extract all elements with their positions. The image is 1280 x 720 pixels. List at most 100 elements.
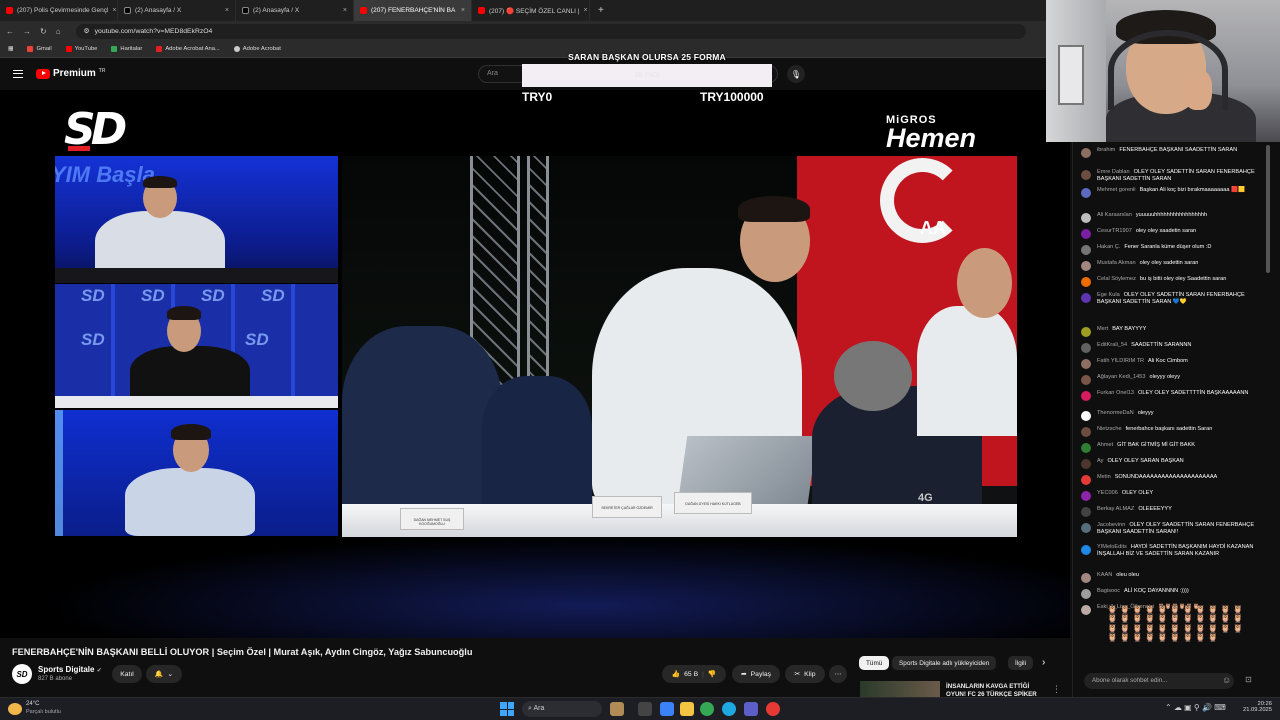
chevron-right-icon[interactable]: ›: [1042, 657, 1045, 668]
chat-avatar[interactable]: [1081, 229, 1091, 239]
chat-author[interactable]: Mehmet gorenli: [1097, 187, 1136, 193]
chip-related[interactable]: İlgili: [1008, 656, 1034, 670]
bookmark-maps[interactable]: Haritalar: [111, 46, 142, 52]
menu-icon[interactable]: [13, 70, 23, 78]
chat-author[interactable]: Mustafa Akman: [1097, 260, 1136, 266]
chat-author[interactable]: Ege Kula: [1097, 292, 1120, 298]
chat-avatar[interactable]: [1081, 605, 1091, 615]
chat-author[interactable]: Celal Söylemez: [1097, 276, 1136, 282]
chat-avatar[interactable]: [1081, 327, 1091, 337]
browser-tab[interactable]: (207) Polis Çevirmesinde Gençl ×: [0, 0, 118, 21]
chat-avatar[interactable]: [1081, 343, 1091, 353]
chip-from-uploader[interactable]: Sports Digitale adlı yükleyiciden: [892, 656, 997, 670]
video-player[interactable]: SD MiGROS Hemen YIM Başla SD SD SD SD SD…: [0, 90, 1070, 638]
super-chat-icon[interactable]: ⊡: [1245, 675, 1252, 684]
chat-input[interactable]: Abone olarak sohbet edin...: [1084, 673, 1234, 689]
bookmark-acrobat[interactable]: Adobe Acrobat: [233, 46, 281, 52]
recommendation-title[interactable]: İNSANLARIN KAVGA ETTİĞİ OYUN! FC 26 TÜRK…: [946, 683, 1046, 698]
chat-author[interactable]: Nietzsche: [1097, 426, 1122, 432]
chat-avatar[interactable]: [1081, 245, 1091, 255]
chat-scrollbar[interactable]: [1266, 145, 1270, 273]
notification-button[interactable]: 🔔 ⌄: [146, 665, 182, 683]
chat-author[interactable]: KAAN: [1097, 572, 1112, 578]
chat-avatar[interactable]: [1081, 277, 1091, 287]
chat-author[interactable]: Hakan Ç.: [1097, 244, 1120, 250]
chat-avatar[interactable]: [1081, 523, 1091, 533]
browser-tab[interactable]: (207) 🔴 SEÇİM ÖZEL CANLI | ×: [472, 0, 590, 21]
url-field[interactable]: ⚙ youtube.com/watch?v=MED8dEkRzO4: [75, 23, 1026, 39]
dislike-icon[interactable]: 👎: [708, 670, 716, 678]
more-actions-button[interactable]: ⋯: [829, 665, 847, 683]
chat-avatar[interactable]: [1081, 188, 1091, 198]
emoji-icon[interactable]: ☺: [1222, 675, 1231, 685]
chat-author[interactable]: Bagisooc: [1097, 588, 1120, 594]
chat-avatar[interactable]: [1081, 359, 1091, 369]
browser-tab[interactable]: (2) Anasayfa / X ×: [118, 0, 236, 21]
chat-author[interactable]: Mert: [1097, 326, 1108, 332]
forward-icon[interactable]: →: [23, 27, 31, 36]
home-icon[interactable]: ⌂: [56, 27, 61, 36]
chat-avatar[interactable]: [1081, 375, 1091, 385]
close-tab-icon[interactable]: ×: [343, 7, 347, 14]
chat-author[interactable]: Furkan Onel13: [1097, 390, 1134, 396]
clip-button[interactable]: ✂ Klip: [785, 665, 825, 683]
chat-avatar[interactable]: [1081, 261, 1091, 271]
chat-author[interactable]: Ahmet: [1097, 442, 1113, 448]
chat-avatar[interactable]: [1081, 411, 1091, 421]
browser-tab[interactable]: (207) FENERBAHÇE'NİN BA ×: [354, 0, 472, 21]
bookmark-gmail[interactable]: Gmail: [27, 46, 52, 52]
bookmark-acrobat-home[interactable]: Adobe Acrobat Ana...: [156, 46, 220, 52]
share-button[interactable]: ➦ Paylaş: [732, 665, 780, 683]
chat-author[interactable]: EditKrali_54: [1097, 342, 1127, 348]
close-tab-icon[interactable]: ×: [112, 7, 116, 14]
chat-author[interactable]: ibrahim: [1097, 147, 1115, 153]
bookmark-youtube[interactable]: YouTube: [65, 46, 97, 52]
chat-avatar[interactable]: [1081, 589, 1091, 599]
chat-avatar[interactable]: [1081, 475, 1091, 485]
reload-icon[interactable]: ↻: [40, 27, 47, 36]
chip-all[interactable]: Tümü: [859, 656, 890, 670]
chat-avatar[interactable]: [1081, 545, 1091, 555]
clock[interactable]: 20:26 21.09.2025: [1240, 701, 1272, 713]
taskbar-app-icon[interactable]: [660, 702, 674, 716]
system-tray-icons[interactable]: ⌃ ☁ ▣ ⚲ 🔊 ⌨: [1165, 703, 1226, 712]
channel-name[interactable]: Sports Digitale ✔: [38, 665, 102, 674]
more-vertical-icon[interactable]: ⋮: [1052, 684, 1061, 695]
close-tab-icon[interactable]: ×: [583, 7, 587, 14]
weather-text[interactable]: Parçalı bulutlu: [26, 709, 61, 715]
chat-author[interactable]: ThenormeDaN: [1097, 410, 1134, 416]
chat-author[interactable]: Ay: [1097, 458, 1103, 464]
chat-avatar[interactable]: [1081, 491, 1091, 501]
chat-avatar[interactable]: [1081, 427, 1091, 437]
weather-icon[interactable]: [8, 703, 22, 715]
file-explorer-icon[interactable]: [680, 702, 694, 716]
chat-avatar[interactable]: [1081, 391, 1091, 401]
taskbar-app-icon[interactable]: [766, 702, 780, 716]
chrome-icon[interactable]: [700, 702, 714, 716]
taskbar-search[interactable]: ⌕ Ara: [522, 701, 602, 717]
chat-avatar[interactable]: [1081, 170, 1091, 180]
windows-start-icon[interactable]: [500, 702, 514, 716]
chat-author[interactable]: Ali Karaarslan: [1097, 212, 1132, 218]
chat-author[interactable]: Ağlayan Kedi_1453: [1097, 374, 1146, 380]
chat-avatar[interactable]: [1081, 459, 1091, 469]
edge-icon[interactable]: [722, 702, 736, 716]
chat-author[interactable]: YIMeloEdits: [1097, 544, 1127, 550]
back-icon[interactable]: ←: [6, 27, 14, 36]
chat-author[interactable]: YEC006: [1097, 490, 1118, 496]
microphone-icon[interactable]: 🎙: [787, 65, 805, 83]
taskbar-app-icon[interactable]: [744, 702, 758, 716]
youtube-logo[interactable]: Premium TR: [36, 68, 105, 79]
chat-avatar[interactable]: [1081, 573, 1091, 583]
channel-avatar[interactable]: SD: [12, 664, 32, 684]
site-info-icon[interactable]: ⚙: [84, 27, 90, 35]
chat-author[interactable]: Metin: [1097, 474, 1111, 480]
task-view-icon[interactable]: [638, 702, 652, 716]
close-tab-icon[interactable]: ×: [225, 7, 229, 14]
chat-avatar[interactable]: [1081, 213, 1091, 223]
chat-author[interactable]: CesurTR1907: [1097, 228, 1132, 234]
join-button[interactable]: Katıl: [112, 665, 142, 683]
chat-avatar[interactable]: [1081, 507, 1091, 517]
close-tab-icon[interactable]: ×: [461, 7, 465, 14]
chat-author[interactable]: Berkay ALMAZ: [1097, 506, 1134, 512]
